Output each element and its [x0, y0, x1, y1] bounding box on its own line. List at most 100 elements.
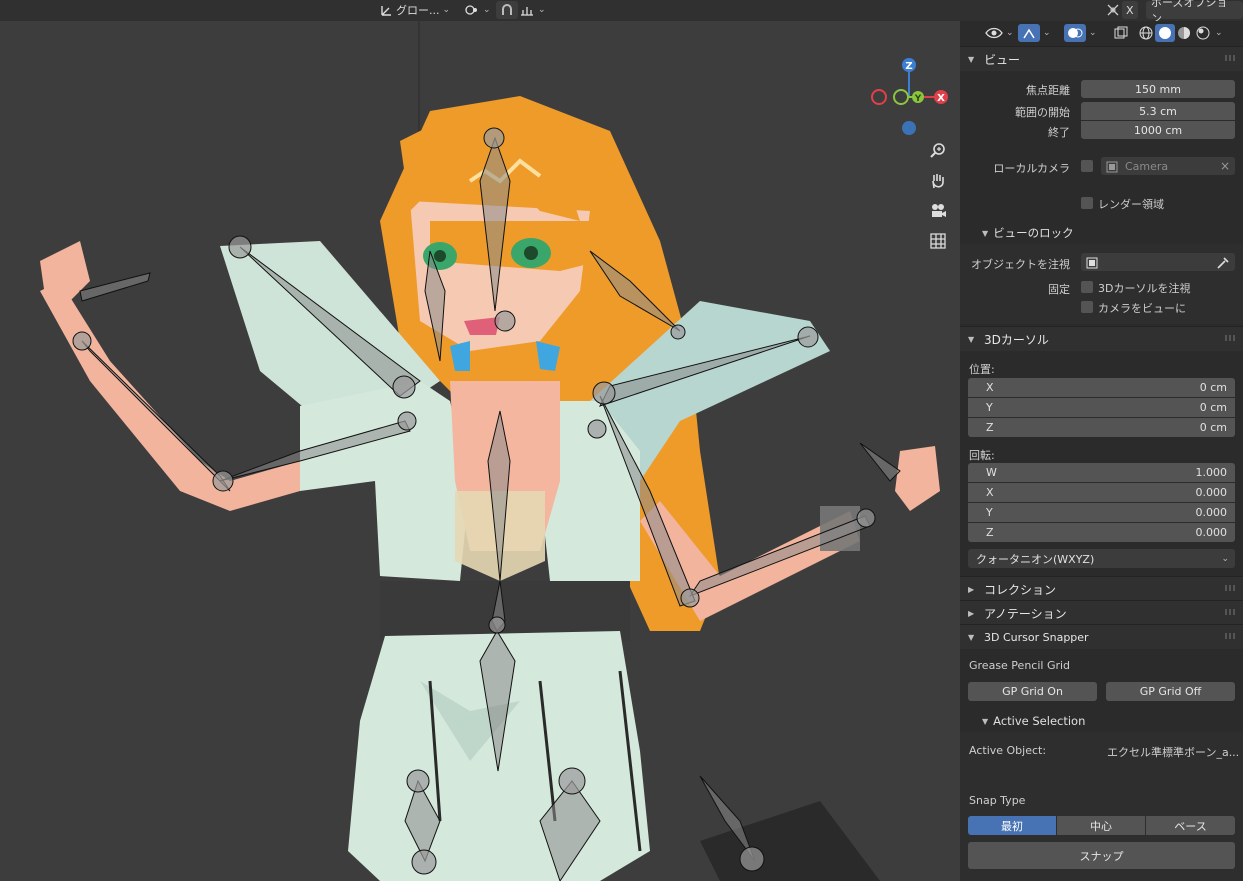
overlays-toggle[interactable] [1064, 24, 1086, 42]
navigation-gizmo[interactable]: Z X Y [868, 55, 954, 141]
axis-value: 0.000 [1195, 526, 1228, 539]
x-mirror-toggle[interactable]: X [1122, 1, 1138, 19]
camera-view-button[interactable] [926, 199, 950, 223]
clip-start-label: 範囲の開始 [1015, 106, 1070, 119]
material-sphere-icon [1178, 27, 1190, 39]
camera-to-view-checkbox[interactable] [1081, 301, 1093, 313]
active-object-label: Active Object: [969, 744, 1047, 757]
drag-handle-icon[interactable] [1225, 335, 1237, 341]
lock-to-object-field[interactable] [1081, 253, 1235, 271]
camera-icon [932, 204, 946, 217]
view-panel-header[interactable]: ▼ ビュー [960, 46, 1243, 71]
cursor-location-x-field[interactable]: X 0 cm [968, 378, 1235, 397]
lock-cursor-checkbox[interactable] [1081, 281, 1093, 293]
zoom-icon [930, 143, 945, 158]
snap-type-center-button[interactable]: 中心 [1057, 816, 1145, 835]
active-selection-header[interactable]: ▼ Active Selection [960, 710, 1243, 732]
focal-length-label: 焦点距離 [1026, 84, 1070, 97]
cursor-panel-header[interactable]: ▼ 3Dカーソル [960, 326, 1243, 351]
chevron-down-icon: ⌄ [483, 5, 491, 15]
zoom-button[interactable] [926, 138, 950, 162]
snap-target-dropdown[interactable]: ⌄ [516, 1, 549, 19]
pose-options-dropdown[interactable]: ポーズオプション [1146, 0, 1243, 25]
xray-bone-toggle[interactable] [1103, 1, 1123, 19]
lock-cursor-label: 3Dカーソルを注視 [1098, 282, 1191, 295]
gp-grid-label: Grease Pencil Grid [969, 659, 1071, 672]
eyedropper-icon[interactable] [1216, 256, 1230, 270]
clear-camera-icon[interactable]: × [1220, 159, 1230, 173]
gizmo-dropdown[interactable]: ⌄ [1040, 24, 1054, 42]
chevron-down-icon: ▼ [982, 228, 989, 238]
chevron-down-icon: ⌄ [442, 5, 451, 15]
rendered-shading-button[interactable] [1193, 24, 1213, 42]
solid-shading-button[interactable] [1155, 24, 1175, 42]
neg-x-axis-handle[interactable] [871, 89, 887, 105]
collection-panel-header[interactable]: ▶ コレクション [960, 576, 1243, 601]
rotation-mode-value: クォータニオン(WXYZ) [976, 552, 1095, 566]
local-camera-value: Camera [1125, 159, 1169, 173]
gizmo-icon [1023, 28, 1035, 39]
overlays-dropdown[interactable]: ⌄ [1086, 24, 1100, 42]
cursor-location-y-field[interactable]: Y 0 cm [968, 398, 1235, 417]
collection-panel-title: コレクション [984, 582, 1057, 597]
rotation-label: 回転: [969, 449, 995, 462]
material-shading-button[interactable] [1174, 24, 1194, 42]
snapper-panel-header[interactable]: ▼ 3D Cursor Snapper [960, 624, 1243, 649]
axis-label: Z [986, 526, 994, 539]
x-axis-label: X [937, 93, 945, 104]
annotation-panel-header[interactable]: ▶ アノテーション [960, 600, 1243, 625]
drag-handle-icon[interactable] [1225, 585, 1237, 591]
snap-toggle[interactable] [496, 1, 518, 19]
chevron-right-icon: ▶ [968, 584, 975, 594]
axis-label: W [986, 466, 997, 479]
clip-end-field[interactable]: 1000 cm [1081, 121, 1235, 139]
wireframe-sphere-icon [1139, 26, 1153, 40]
transform-orientation-dropdown[interactable]: グロー... ⌄ [376, 1, 453, 19]
armature-icon [1107, 4, 1119, 16]
xray-toggle[interactable] [1111, 24, 1131, 42]
clip-start-field[interactable]: 5.3 cm [1081, 102, 1235, 120]
solid-sphere-icon [1159, 27, 1171, 39]
visibility-dropdown[interactable]: ⌄ [982, 24, 1017, 42]
axis-value: 0 cm [1199, 401, 1227, 414]
cursor-location-z-field[interactable]: Z 0 cm [968, 418, 1235, 437]
character-model-render [40, 21, 940, 881]
pan-button[interactable] [926, 169, 950, 193]
neg-y-axis-handle[interactable] [893, 89, 909, 105]
eye-icon [985, 27, 1003, 39]
local-camera-checkbox[interactable] [1081, 160, 1093, 172]
snap-type-first-button[interactable]: 最初 [968, 816, 1056, 835]
shading-dropdown[interactable]: ⌄ [1212, 24, 1226, 42]
active-object-value: エクセル準標準ボーン_a... [1107, 746, 1240, 759]
snap-type-base-button[interactable]: ベース [1146, 816, 1235, 835]
cursor-rotation-x-field[interactable]: X 0.000 [968, 483, 1235, 502]
pivot-point-dropdown[interactable]: ⌄ [461, 1, 494, 19]
chevron-down-icon: ⌄ [1221, 553, 1229, 564]
axis-value: 0 cm [1199, 421, 1227, 434]
gizmo-toggle[interactable] [1018, 24, 1040, 42]
3d-viewport[interactable]: Z X Y [0, 21, 960, 881]
neg-z-axis-handle[interactable] [902, 121, 916, 135]
axis-value: 0.000 [1195, 486, 1228, 499]
focal-length-field[interactable]: 150 mm [1081, 80, 1235, 98]
gp-grid-off-button[interactable]: GP Grid Off [1106, 682, 1235, 701]
gp-grid-on-button[interactable]: GP Grid On [968, 682, 1097, 701]
snap-button[interactable]: スナップ [968, 842, 1235, 869]
view-lock-title: ビューのロック [993, 226, 1074, 240]
viewport-shading-toolbar: ⌄ ⌄ ⌄ ⌄ [960, 21, 1243, 44]
projection-toggle-button[interactable] [926, 229, 950, 253]
view-lock-header[interactable]: ▼ ビューのロック [960, 222, 1243, 244]
axis-label: X [986, 381, 994, 394]
drag-handle-icon[interactable] [1225, 609, 1237, 615]
view-panel-title: ビュー [984, 52, 1021, 67]
cursor-rotation-z-field[interactable]: Z 0.000 [968, 523, 1235, 542]
rotation-mode-dropdown[interactable]: クォータニオン(WXYZ) ⌄ [968, 549, 1235, 568]
render-region-checkbox[interactable] [1081, 197, 1093, 209]
cursor-rotation-w-field[interactable]: W 1.000 [968, 463, 1235, 482]
cursor-rotation-y-field[interactable]: Y 0.000 [968, 503, 1235, 522]
local-camera-field[interactable]: Camera [1101, 157, 1235, 175]
drag-handle-icon[interactable] [1225, 633, 1237, 639]
cursor-panel-title: 3Dカーソル [984, 332, 1049, 347]
wireframe-shading-button[interactable] [1136, 24, 1156, 42]
drag-handle-icon[interactable] [1225, 55, 1237, 61]
